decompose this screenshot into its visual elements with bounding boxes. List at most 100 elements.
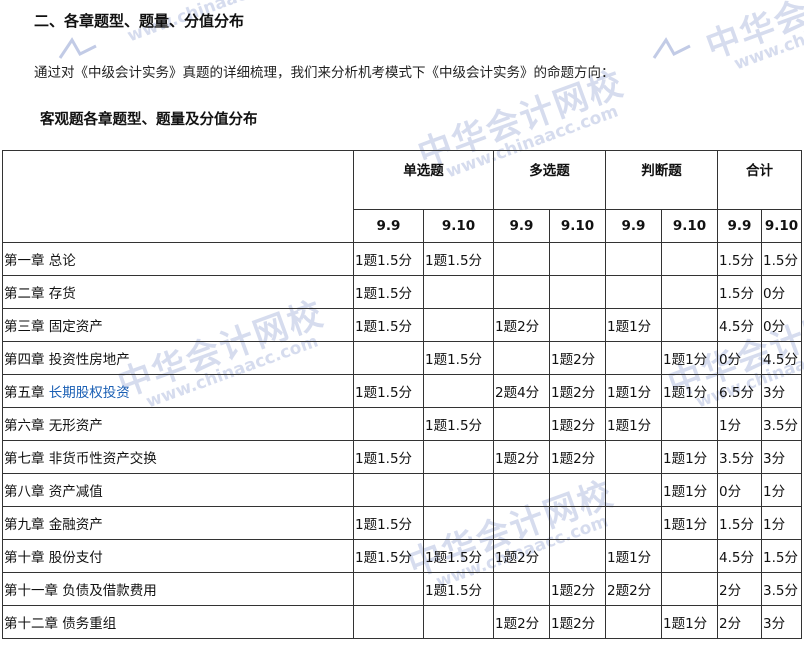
score-cell: 1题2分: [549, 440, 606, 474]
score-cell: [353, 407, 424, 441]
score-cell: 1题2分: [493, 539, 550, 573]
score-cell: 1题1.5分: [423, 341, 494, 375]
score-cell: 1题2分: [549, 407, 606, 441]
chapter-cell: 第八章 资产减值: [2, 473, 354, 507]
score-cell: [661, 539, 718, 573]
total-cell: 1.5分: [717, 506, 762, 540]
total-cell: 2分: [717, 605, 762, 639]
score-cell: [493, 242, 550, 276]
date-header: 9.9: [605, 209, 662, 243]
score-cell: [549, 242, 606, 276]
chapter-cell: 第十章 股份支付: [2, 539, 354, 573]
date-header: 9.10: [761, 209, 802, 243]
score-cell: 1题1分: [605, 308, 662, 342]
score-cell: [353, 473, 424, 507]
date-header: 9.9: [353, 209, 424, 243]
watermark: 中华会计网校 www.chinaacc.com: [700, 0, 804, 75]
score-cell: [605, 275, 662, 309]
total-cell: 1.5分: [761, 539, 802, 573]
total-cell: 3.5分: [717, 440, 762, 474]
chapter-cell: 第三章 固定资产: [2, 308, 354, 342]
total-cell: 1.5分: [717, 275, 762, 309]
score-cell: 1题1.5分: [353, 242, 424, 276]
score-cell: [549, 308, 606, 342]
table-title: 客观题各章题型、题量及分值分布: [40, 112, 258, 128]
score-cell: [661, 308, 718, 342]
chapter-cell: 第十二章 债务重组: [2, 605, 354, 639]
total-cell: 2分: [717, 572, 762, 606]
score-cell: 1题2分: [493, 440, 550, 474]
score-cell: [353, 341, 424, 375]
score-cell: [605, 473, 662, 507]
group-header-true-false: 判断题: [605, 150, 718, 210]
score-cell: 1题1分: [661, 440, 718, 474]
chapter-header-cell: [2, 150, 354, 243]
score-cell: 1题1.5分: [423, 242, 494, 276]
score-cell: 1题1分: [605, 374, 662, 408]
total-cell: 3分: [761, 374, 802, 408]
group-header-multiple-choice: 多选题: [493, 150, 606, 210]
score-cell: 1题1分: [661, 341, 718, 375]
score-cell: [605, 440, 662, 474]
date-header: 9.10: [423, 209, 494, 243]
score-cell: [423, 275, 494, 309]
total-cell: 0分: [761, 275, 802, 309]
score-cell: [353, 605, 424, 639]
score-cell: 1题1.5分: [423, 407, 494, 441]
table-row: 第十章 股份支付 1题1.5分 1题1.5分 1题2分 1题1分 4.5分 1.…: [2, 539, 802, 573]
score-cell: 1题1分: [605, 539, 662, 573]
table-header-row: 单选题 多选题 判断题 合计: [2, 150, 802, 243]
total-cell: 3分: [761, 440, 802, 474]
score-cell: [661, 407, 718, 441]
score-cell: [605, 605, 662, 639]
score-cell: 2题4分: [493, 374, 550, 408]
group-header-total: 合计: [717, 150, 802, 210]
score-cell: 1题1.5分: [353, 506, 424, 540]
score-cell: [493, 275, 550, 309]
table-row: 第一章 总论 1题1.5分 1题1.5分 1.5分 1.5分: [2, 242, 802, 276]
chapter-link[interactable]: 长期股权投资: [49, 385, 130, 401]
total-cell: 1.5分: [761, 242, 802, 276]
total-cell: 1.5分: [717, 242, 762, 276]
chapter-cell: 第十一章 负债及借款费用: [2, 572, 354, 606]
score-cell: 1题2分: [549, 572, 606, 606]
total-cell: 4.5分: [761, 341, 802, 375]
score-cell: 1题1.5分: [353, 440, 424, 474]
score-cell: 1题2分: [549, 605, 606, 639]
score-cell: [423, 605, 494, 639]
score-cell: [493, 572, 550, 606]
score-cell: [493, 506, 550, 540]
chapter-cell: 第九章 金融资产: [2, 506, 354, 540]
total-cell: 1分: [761, 473, 802, 507]
score-cell: 1题2分: [493, 308, 550, 342]
score-cell: [423, 473, 494, 507]
score-cell: [423, 440, 494, 474]
score-cell: [423, 374, 494, 408]
score-cell: 1题1分: [661, 374, 718, 408]
table-row: 第二章 存货 1题1.5分 1.5分 0分: [2, 275, 802, 309]
score-cell: [605, 506, 662, 540]
date-header: 9.9: [717, 209, 762, 243]
chapter-cell: 第七章 非货币性资产交换: [2, 440, 354, 474]
score-cell: [605, 242, 662, 276]
table-row: 第九章 金融资产 1题1.5分 1题1分 1.5分 1分: [2, 506, 802, 540]
watermark-logo-icon: [58, 37, 97, 59]
score-distribution-table: 单选题 多选题 判断题 合计 9.9 9.10 9.9 9.10 9.9 9.1…: [2, 150, 802, 639]
score-cell: 1题1.5分: [353, 275, 424, 309]
score-cell: [549, 275, 606, 309]
score-cell: 2题2分: [605, 572, 662, 606]
total-cell: 6.5分: [717, 374, 762, 408]
score-cell: 1题1分: [605, 407, 662, 441]
score-cell: [423, 308, 494, 342]
table-row: 第十二章 债务重组 1题2分 1题2分 1题1分 2分 3分: [2, 605, 802, 639]
total-cell: 0分: [717, 341, 762, 375]
score-cell: 1题2分: [493, 605, 550, 639]
table-row: 第五章 长期股权投资 1题1.5分 2题4分 1题2分 1题1分 1题1分 6.…: [2, 374, 802, 408]
score-cell: 1题2分: [549, 341, 606, 375]
score-cell: [605, 341, 662, 375]
total-cell: 1分: [761, 506, 802, 540]
total-cell: 3.5分: [761, 407, 802, 441]
score-cell: 1题1分: [661, 605, 718, 639]
score-cell: [549, 539, 606, 573]
intro-paragraph: 通过对《中级会计实务》真题的详细梳理，我们来分析机考模式下《中级会计实务》的命题…: [34, 65, 615, 81]
